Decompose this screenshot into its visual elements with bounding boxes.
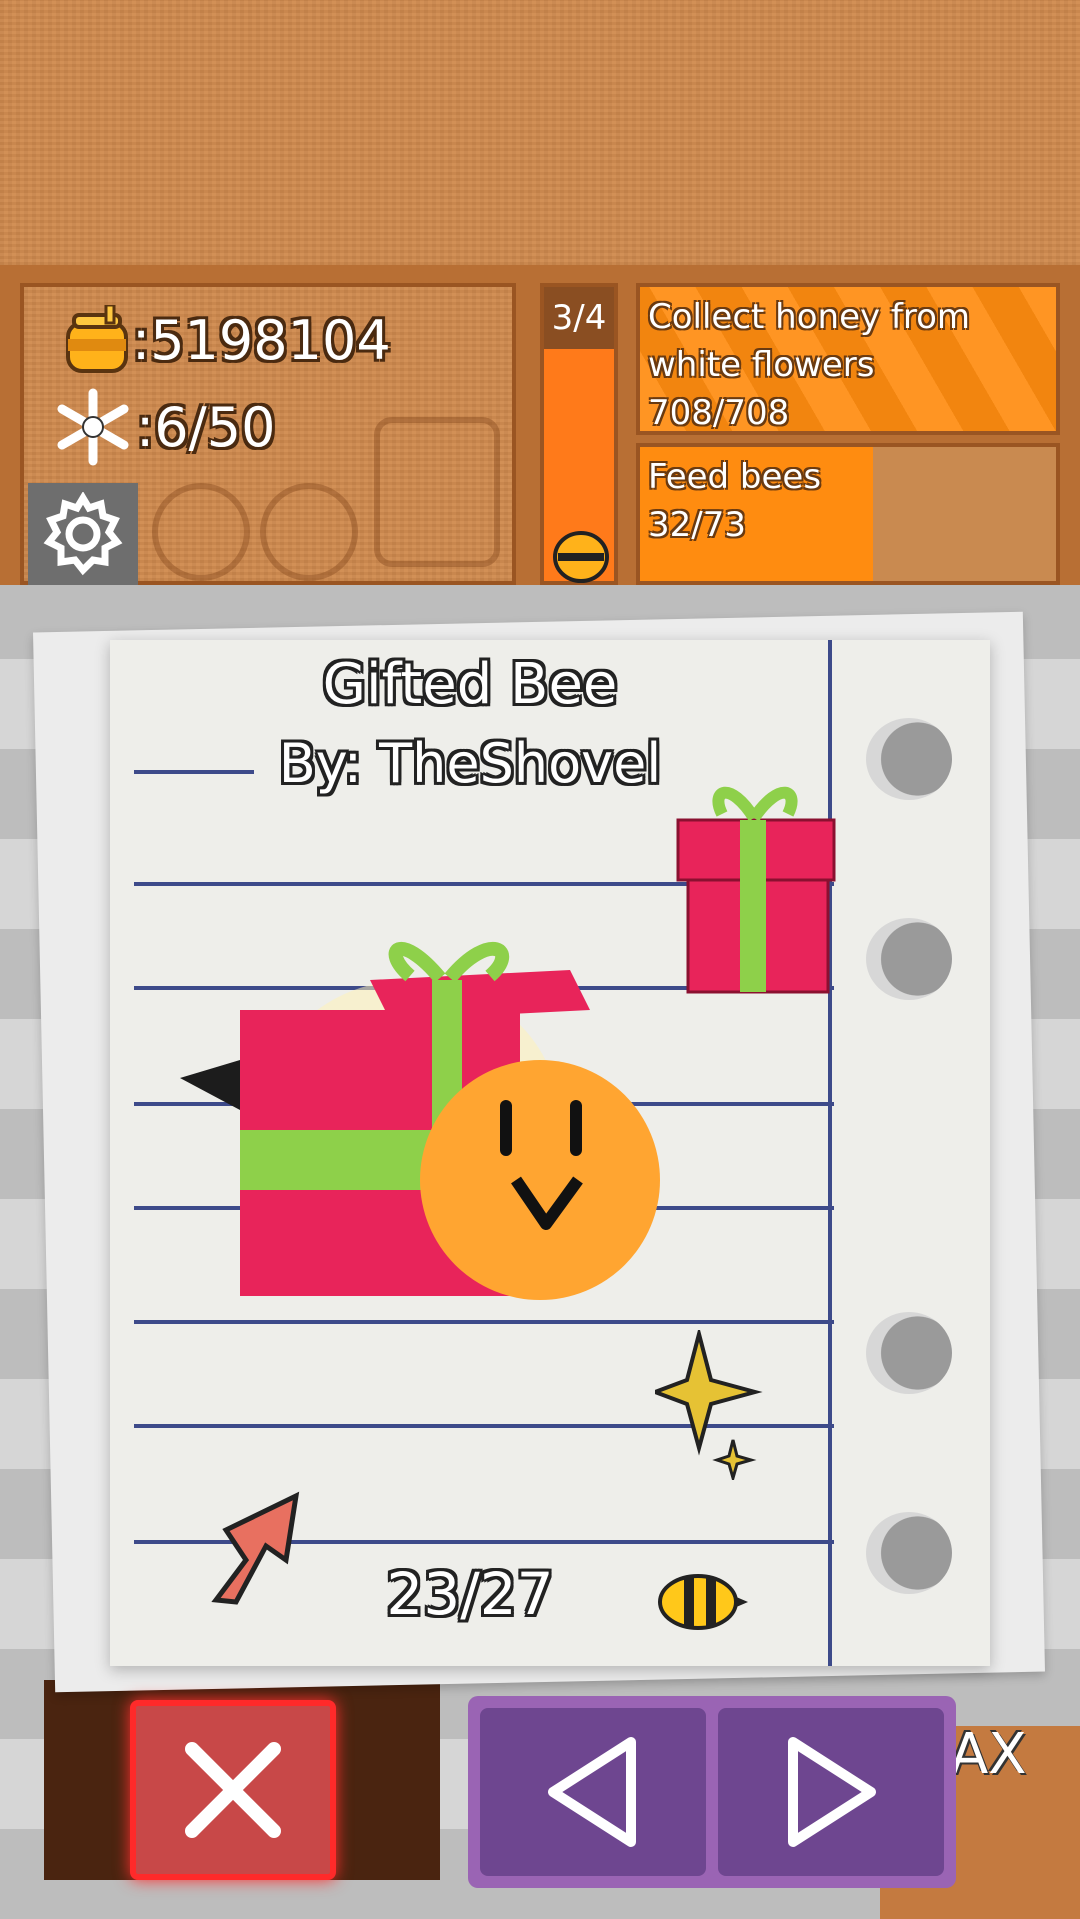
binder-hole	[866, 1312, 952, 1394]
empty-slot[interactable]	[152, 483, 250, 581]
honey-jar-icon	[66, 305, 128, 373]
quest-title: Feed bees	[648, 457, 822, 497]
triangle-right-icon	[788, 1737, 876, 1847]
empty-slot[interactable]	[374, 417, 500, 567]
top-wood-banner	[0, 0, 1080, 265]
bee-name: Gifted Bee	[322, 652, 618, 717]
small-bee-icon	[658, 1574, 748, 1630]
quest-card[interactable]: Feed bees 32/73	[636, 443, 1060, 585]
max-label: AX	[950, 1722, 1027, 1787]
settings-button[interactable]	[28, 483, 138, 585]
previous-page-button[interactable]	[480, 1708, 706, 1876]
page-navigation	[468, 1696, 956, 1888]
quest-count: 3/4	[544, 287, 614, 349]
egg-icon	[553, 531, 609, 583]
quest-progress-bar[interactable]: 3/4	[540, 283, 618, 585]
quest-card[interactable]: Collect honey from white flowers 708/708	[636, 283, 1060, 435]
binder-hole	[866, 1512, 952, 1594]
binder-hole	[866, 718, 952, 800]
snowflake-icon	[57, 388, 129, 466]
quest-progress: 32/73	[648, 505, 746, 545]
binder-hole	[866, 918, 952, 1000]
next-page-button[interactable]	[718, 1708, 944, 1876]
stats-panel: :5198104 :6/50	[20, 283, 516, 585]
gifted-bee-illustration	[180, 941, 660, 1300]
ticket-value: :6/50	[136, 395, 276, 459]
quest-title: Collect honey from	[648, 297, 971, 337]
hud-bar: :5198104 :6/50 3/4 Collect honey from wh…	[0, 265, 1080, 585]
close-button[interactable]	[130, 1700, 336, 1880]
ticket-counter: :6/50	[50, 387, 275, 467]
quest-title-line2: white flowers	[648, 345, 875, 385]
honey-value: :5198104	[132, 308, 391, 372]
triangle-left-icon	[548, 1737, 636, 1847]
bee-card-page: Gifted Bee By: TheShovel 23/27	[110, 640, 990, 1666]
honey-counter: :5198104	[64, 305, 391, 375]
gear-icon	[43, 492, 123, 576]
sparkle-icon	[655, 1330, 763, 1480]
empty-slot[interactable]	[260, 483, 358, 581]
quest-progress: 708/708	[648, 393, 790, 433]
gift-box-icon	[676, 786, 836, 994]
close-icon	[185, 1742, 281, 1838]
